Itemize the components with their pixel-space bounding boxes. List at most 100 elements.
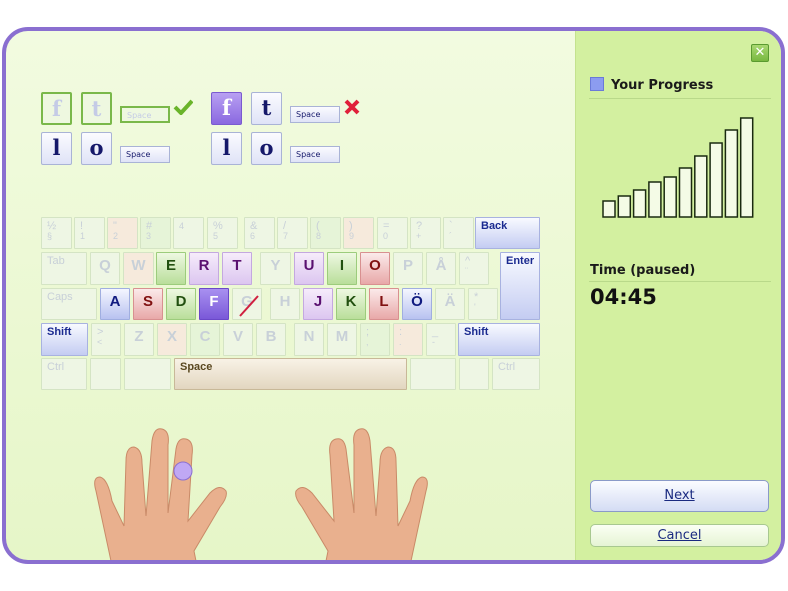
key-caps[interactable]: Caps bbox=[41, 288, 97, 320]
key-n[interactable]: N bbox=[294, 323, 324, 356]
key-^[interactable]: ^ ¨ bbox=[459, 252, 489, 285]
key-"[interactable]: " 2 bbox=[107, 217, 138, 249]
key-k[interactable]: K bbox=[336, 288, 366, 320]
key-label: Å bbox=[435, 257, 447, 274]
progress-title: Your Progress bbox=[611, 78, 714, 93]
progress-bar bbox=[739, 117, 754, 218]
key-label: H bbox=[279, 293, 291, 310]
key-å[interactable]: Å bbox=[426, 252, 456, 285]
key-p[interactable]: P bbox=[393, 252, 423, 285]
key-:[interactable]: :. bbox=[393, 323, 423, 356]
key-b[interactable]: B bbox=[256, 323, 286, 356]
next-label: Next bbox=[664, 488, 695, 503]
key-½[interactable]: ½ § bbox=[41, 217, 72, 249]
key-j[interactable]: J bbox=[303, 288, 333, 320]
key-blank[interactable] bbox=[124, 358, 171, 390]
key-z[interactable]: Z bbox=[124, 323, 154, 356]
key-sublabel: ´ bbox=[449, 231, 452, 241]
key-sublabel: 3 bbox=[146, 231, 152, 241]
key-o[interactable]: O bbox=[360, 252, 390, 285]
key-q[interactable]: Q bbox=[90, 252, 120, 285]
key-ö[interactable]: Ö bbox=[402, 288, 432, 320]
key-label: Ctrl bbox=[47, 361, 65, 373]
key-*[interactable]: * ' bbox=[468, 288, 498, 320]
key-&[interactable]: & 6 bbox=[244, 217, 275, 249]
close-button[interactable]: ✕ bbox=[751, 44, 769, 62]
key-l[interactable]: L bbox=[369, 288, 399, 320]
space-tile: Space bbox=[290, 146, 340, 163]
key-([interactable]: (8 bbox=[310, 217, 341, 249]
time-value: 04:45 bbox=[590, 285, 657, 309]
key-x[interactable]: X bbox=[157, 323, 187, 356]
cancel-label: Cancel bbox=[657, 528, 702, 543]
key-c[interactable]: C bbox=[190, 323, 220, 356]
key-label: L bbox=[379, 293, 389, 310]
key-space[interactable]: Space bbox=[174, 358, 407, 390]
key-a[interactable]: A bbox=[100, 288, 130, 320]
key-blank[interactable] bbox=[410, 358, 456, 390]
key-shift[interactable]: Shift bbox=[458, 323, 540, 356]
key-h[interactable]: H bbox=[270, 288, 300, 320]
key-label: U bbox=[303, 257, 315, 274]
key-label: Caps bbox=[47, 291, 73, 303]
progress-bar bbox=[663, 176, 677, 218]
key-label: N bbox=[303, 328, 315, 345]
key-label: Ä bbox=[444, 293, 456, 310]
key-sublabel: 7 bbox=[283, 231, 289, 241]
key-%[interactable]: % 5 bbox=[207, 217, 238, 249]
key-?[interactable]: ? + bbox=[410, 217, 441, 249]
key-label: Shift bbox=[464, 326, 489, 338]
char-tile: o bbox=[251, 132, 282, 165]
key-u[interactable]: U bbox=[294, 252, 324, 285]
key-t[interactable]: T bbox=[222, 252, 252, 285]
divider bbox=[589, 281, 771, 282]
progress-bar bbox=[678, 167, 693, 218]
key-4[interactable]: 4 bbox=[173, 217, 204, 249]
key-e[interactable]: E bbox=[156, 252, 186, 285]
key-sublabel: 9 bbox=[349, 231, 355, 241]
key-r[interactable]: R bbox=[189, 252, 219, 285]
key-=[interactable]: = 0 bbox=[377, 217, 408, 249]
key-label: Ö bbox=[411, 293, 423, 310]
key-w[interactable]: W bbox=[123, 252, 154, 285]
key-sublabel: , bbox=[366, 337, 369, 347]
key-blank[interactable] bbox=[459, 358, 489, 390]
key-g[interactable]: G bbox=[232, 288, 262, 320]
key-blank[interactable] bbox=[90, 358, 121, 390]
key-#[interactable]: #3 bbox=[140, 217, 171, 249]
key-ctrl[interactable]: Ctrl bbox=[492, 358, 540, 390]
key-ä[interactable]: Ä bbox=[435, 288, 465, 320]
key-;[interactable]: ;, bbox=[360, 323, 390, 356]
key->[interactable]: > < bbox=[91, 323, 121, 356]
key-![interactable]: ! 1 bbox=[74, 217, 105, 249]
key-y[interactable]: Y bbox=[260, 252, 291, 285]
key-enter[interactable]: Enter bbox=[500, 252, 540, 320]
cancel-button[interactable]: Cancel bbox=[590, 524, 769, 547]
key-shift[interactable]: Shift bbox=[41, 323, 88, 356]
key-i[interactable]: I bbox=[327, 252, 357, 285]
key-/[interactable]: /7 bbox=[277, 217, 308, 249]
key-ctrl[interactable]: Ctrl bbox=[41, 358, 87, 390]
key-sublabel: < bbox=[97, 337, 103, 347]
key-sublabel: 8 bbox=[316, 231, 322, 241]
key-label: K bbox=[345, 293, 357, 310]
key-sublabel: § bbox=[47, 231, 53, 241]
key-)[interactable]: ) 9 bbox=[343, 217, 374, 249]
key-`[interactable]: ` ´ bbox=[443, 217, 474, 249]
key-tab[interactable]: Tab bbox=[41, 252, 87, 285]
key-m[interactable]: M bbox=[327, 323, 357, 356]
key-d[interactable]: D bbox=[166, 288, 196, 320]
key-sublabel: 4 bbox=[179, 221, 185, 231]
key-label: W bbox=[131, 257, 146, 274]
key-v[interactable]: V bbox=[223, 323, 253, 356]
progress-bar bbox=[694, 155, 708, 218]
key-s[interactable]: S bbox=[133, 288, 163, 320]
key-sublabel: 2 bbox=[113, 231, 119, 241]
key-f[interactable]: F bbox=[199, 288, 229, 320]
key-_[interactable]: _ - bbox=[426, 323, 456, 356]
progress-bar bbox=[602, 200, 616, 218]
next-button[interactable]: Next bbox=[590, 480, 769, 512]
key-label: I bbox=[339, 257, 345, 274]
key-back[interactable]: Back bbox=[475, 217, 540, 249]
time-label: Time (paused) bbox=[590, 263, 696, 278]
